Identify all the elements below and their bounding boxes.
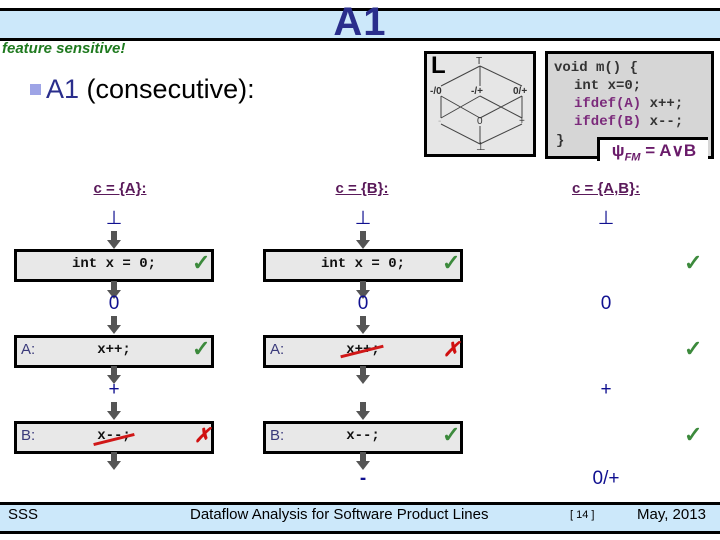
value-plus: +: [600, 379, 612, 400]
ifdef-a-keyword: ifdef(A): [574, 96, 642, 112]
lattice-node-top: T: [476, 56, 483, 67]
psi-symbol: ψ: [611, 141, 625, 160]
stmt-b: x--;: [641, 114, 684, 130]
statement-code: int x = 0;: [71, 256, 156, 272]
feature-model-formula: ψFM = A∨B: [597, 137, 708, 164]
check-icon: ✓: [684, 250, 703, 275]
statement-code: int x = 0;: [320, 256, 405, 272]
statement-a-increment: A: x++;: [14, 335, 214, 368]
value-zero: 0: [357, 293, 369, 314]
lattice-node-left-low: -: [438, 116, 442, 127]
statement-int-x: int x = 0;: [14, 249, 214, 282]
check-icon: ✓: [192, 336, 211, 361]
arrow-down-icon: [356, 402, 370, 420]
code-line-5: }: [556, 133, 565, 149]
check-icon: ✓: [442, 422, 461, 447]
fm-expression: = A∨B: [640, 141, 697, 160]
code-line-2: int x=0;: [574, 78, 642, 94]
statement-b-decrement: B: x--;: [14, 421, 214, 454]
lattice-label: L: [431, 52, 446, 79]
value-minus: -: [359, 468, 367, 489]
lattice-node-bottom: ⊥: [476, 141, 486, 153]
arrow-down-icon: [356, 366, 370, 384]
cross-icon: ✗: [443, 339, 460, 361]
statement-code: x--;: [97, 428, 131, 444]
bullet-suffix: (consecutive):: [79, 74, 255, 104]
bullet-heading: A1 (consecutive):: [46, 74, 255, 105]
bullet-prefix: A1: [46, 74, 80, 104]
arrow-down-icon: [107, 402, 121, 420]
check-icon: ✓: [442, 250, 461, 275]
lattice-node-left-mid: -/0: [430, 86, 442, 97]
ifdef-b-keyword: ifdef(B): [574, 114, 642, 130]
value-bottom: ⊥: [597, 208, 615, 229]
statement-code: x++;: [97, 342, 131, 358]
column-heading-b: c = {B}:: [335, 180, 389, 197]
value-plus: +: [108, 379, 120, 400]
footer-left: SSS: [8, 506, 39, 523]
check-icon: ✓: [684, 336, 703, 361]
bullet-icon: [30, 84, 41, 95]
code-line-4: ifdef(B) x--;: [574, 114, 683, 130]
arrow-down-icon: [107, 452, 121, 470]
arrow-down-icon: [356, 316, 370, 334]
footer-title: Dataflow Analysis for Software Product L…: [190, 506, 489, 523]
lattice-node-center-low: 0: [477, 116, 483, 127]
value-zero: 0: [108, 293, 120, 314]
arrow-down-icon: [107, 231, 121, 249]
lattice-node-center-mid: -/+: [471, 86, 483, 97]
stmt-a: x++;: [641, 96, 684, 112]
check-icon: ✓: [192, 250, 211, 275]
column-heading-ab: c = {A,B}:: [572, 180, 640, 197]
cross-icon: ✗: [194, 425, 211, 447]
page-number: [ 14 ]: [570, 509, 595, 521]
lattice-diagram: L T -/0 -/+ 0/+ - 0 + ⊥: [424, 51, 536, 157]
fm-subscript: FM: [624, 151, 641, 164]
check-icon: ✓: [684, 422, 703, 447]
column-heading-a: c = {A}:: [93, 180, 147, 197]
arrow-down-icon: [356, 231, 370, 249]
value-zero-plus: 0/+: [592, 468, 620, 489]
subtitle: feature sensitive!: [2, 40, 126, 57]
value-zero: 0: [600, 293, 612, 314]
statement-code: x--;: [346, 428, 380, 444]
value-bottom: ⊥: [354, 208, 372, 229]
arrow-down-icon: [107, 316, 121, 334]
lattice-node-right-mid: 0/+: [513, 86, 528, 97]
footer-date: May, 2013: [637, 506, 706, 523]
code-line-3: ifdef(A) x++;: [574, 96, 683, 112]
statement-b-decrement: B: x--;: [263, 421, 463, 454]
statement-int-x: int x = 0;: [263, 249, 463, 282]
code-line-1: void m() {: [554, 60, 639, 76]
value-bottom: ⊥: [105, 208, 123, 229]
lattice-node-right-low: +: [519, 116, 525, 127]
statement-a-increment: A: x++;: [263, 335, 463, 368]
slide-title: A1: [333, 0, 387, 44]
